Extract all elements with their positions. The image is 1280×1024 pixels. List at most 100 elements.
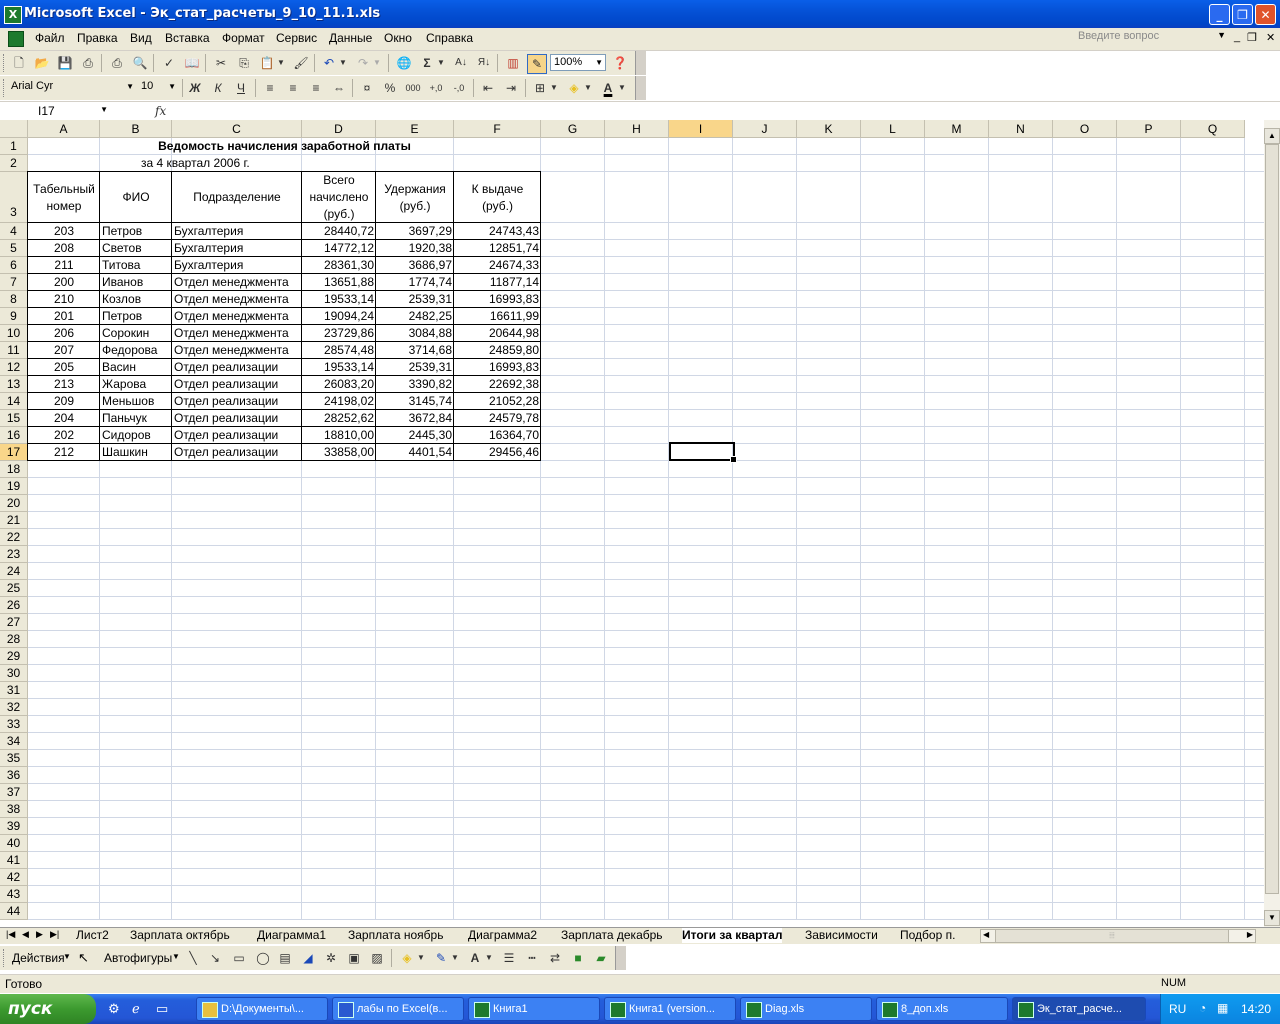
row-header-27[interactable]: 27 [0, 614, 28, 631]
font-color-icon[interactable]: A [599, 79, 617, 97]
chevron-down-icon[interactable]: ▼ [63, 952, 71, 961]
line-color-dropdown-icon[interactable]: ▼ [450, 949, 460, 967]
draw-actions-menu[interactable]: Действия [12, 951, 65, 965]
diagram-icon[interactable]: ✲ [322, 949, 340, 967]
data-cell[interactable]: 3390,82 [378, 376, 452, 393]
cut-icon[interactable]: ✂ [212, 54, 230, 72]
chevron-down-icon[interactable]: ▼ [100, 105, 108, 114]
data-cell[interactable]: 210 [30, 291, 98, 308]
data-cell[interactable]: Отдел реализации [174, 444, 300, 461]
data-cell[interactable]: Бухгалтерия [174, 223, 300, 240]
data-cell[interactable]: Отдел реализации [174, 410, 300, 427]
data-cell[interactable]: Отдел менеджмента [174, 274, 300, 291]
decrease-indent-icon[interactable]: ⇤ [479, 79, 497, 97]
row-header-25[interactable]: 25 [0, 580, 28, 597]
row-header-3[interactable]: 3 [0, 172, 28, 223]
data-cell[interactable]: Петров [102, 223, 170, 240]
toolbar-options[interactable] [635, 76, 646, 100]
data-cell[interactable]: 12851,74 [456, 240, 539, 257]
column-header-j[interactable]: J [733, 120, 797, 138]
data-cell[interactable]: 2482,25 [378, 308, 452, 325]
row-header-36[interactable]: 36 [0, 767, 28, 784]
research-icon[interactable]: 📖 [183, 54, 201, 72]
shadow-icon[interactable]: ■ [569, 949, 587, 967]
bold-button[interactable]: Ж [186, 79, 204, 97]
data-cell[interactable]: Отдел менеджмента [174, 325, 300, 342]
column-header-f[interactable]: F [454, 120, 541, 138]
row-header-43[interactable]: 43 [0, 886, 28, 903]
toolbar-grip[interactable] [3, 79, 7, 97]
data-cell[interactable]: Петров [102, 308, 170, 325]
data-cell[interactable]: 26083,20 [304, 376, 374, 393]
excel-app-icon[interactable]: X [4, 6, 22, 24]
network-icon[interactable]: ▦ [1217, 1001, 1228, 1015]
data-cell[interactable]: Сидоров [102, 427, 170, 444]
drawing-icon[interactable]: ✎ [527, 54, 547, 74]
tab-dependencies[interactable]: Зависимости [805, 928, 878, 943]
data-cell[interactable]: 208 [30, 240, 98, 257]
formula-input[interactable] [175, 103, 1275, 119]
row-header-33[interactable]: 33 [0, 716, 28, 733]
row-header-17[interactable]: 17 [0, 444, 28, 461]
tab-chart1[interactable]: Диаграмма1 [257, 928, 326, 943]
chevron-down-icon[interactable]: ▼ [1217, 30, 1226, 40]
font-color-dropdown-icon[interactable]: ▼ [484, 949, 494, 967]
data-cell[interactable]: 1774,74 [378, 274, 452, 291]
task-documents-folder[interactable]: D:\Документы\... [196, 997, 328, 1021]
data-cell[interactable]: Отдел менеджмента [174, 342, 300, 359]
close-button[interactable]: ✕ [1255, 4, 1276, 25]
data-cell[interactable]: 28361,30 [304, 257, 374, 274]
autosum-icon[interactable]: Σ [418, 54, 436, 72]
tab-salary-december[interactable]: Зарплата декабрь [561, 928, 663, 943]
insert-function-icon[interactable]: fx [155, 104, 166, 118]
name-box[interactable]: I17 ▼ [2, 103, 112, 119]
data-cell[interactable]: 29456,46 [456, 444, 539, 461]
data-cell[interactable]: 16993,83 [456, 359, 539, 376]
align-right-icon[interactable]: ≡ [307, 79, 325, 97]
help-icon[interactable]: ❓ [611, 54, 629, 72]
column-header-b[interactable]: B [100, 120, 172, 138]
data-cell[interactable]: Титова [102, 257, 170, 274]
row-header-8[interactable]: 8 [0, 291, 28, 308]
data-cell[interactable]: 3714,68 [378, 342, 452, 359]
data-cell[interactable]: Отдел реализации [174, 359, 300, 376]
data-cell[interactable]: 3697,29 [378, 223, 452, 240]
next-sheet-icon[interactable]: ▶ [36, 929, 43, 940]
header-cell-a[interactable]: Табельный номер [28, 172, 100, 223]
tab-quarter-totals[interactable]: Итоги за квартал [682, 928, 783, 943]
task-book1[interactable]: Книга1 [468, 997, 600, 1021]
menu-tools[interactable]: Сервис [276, 31, 317, 45]
column-header-c[interactable]: C [172, 120, 302, 138]
font-select[interactable]: Arial Cyr ▼ [8, 79, 136, 96]
doc-close-button[interactable]: ✕ [1266, 31, 1275, 44]
column-header-n[interactable]: N [989, 120, 1053, 138]
row-header-29[interactable]: 29 [0, 648, 28, 665]
data-cell[interactable]: 3686,97 [378, 257, 452, 274]
data-cell[interactable]: 3145,74 [378, 393, 452, 410]
data-cell[interactable]: Жарова [102, 376, 170, 393]
volume-icon[interactable]: ◔ [1199, 1001, 1206, 1015]
select-objects-icon[interactable]: ↖ [78, 950, 89, 966]
row-header-31[interactable]: 31 [0, 682, 28, 699]
row-header-41[interactable]: 41 [0, 852, 28, 869]
data-cell[interactable]: Шашкин [102, 444, 170, 461]
undo-icon[interactable]: ↶ [320, 54, 338, 72]
scroll-thumb[interactable] [1265, 144, 1279, 894]
data-cell[interactable]: 24674,33 [456, 257, 539, 274]
tab-list2[interactable]: Лист2 [76, 928, 109, 943]
data-cell[interactable]: 28252,62 [304, 410, 374, 427]
data-cell[interactable]: 206 [30, 325, 98, 342]
column-header-h[interactable]: H [605, 120, 669, 138]
column-header-o[interactable]: O [1053, 120, 1117, 138]
header-cell-b[interactable]: ФИО [100, 172, 172, 223]
menu-format[interactable]: Формат [222, 31, 265, 45]
row-header-12[interactable]: 12 [0, 359, 28, 376]
data-cell[interactable]: 2539,31 [378, 359, 452, 376]
data-cell[interactable]: 205 [30, 359, 98, 376]
row-header-11[interactable]: 11 [0, 342, 28, 359]
menu-insert[interactable]: Вставка [165, 31, 210, 45]
data-cell[interactable]: Паньчук [102, 410, 170, 427]
workbook-icon[interactable] [8, 31, 24, 47]
data-cell[interactable]: Отдел реализации [174, 393, 300, 410]
row-header-9[interactable]: 9 [0, 308, 28, 325]
